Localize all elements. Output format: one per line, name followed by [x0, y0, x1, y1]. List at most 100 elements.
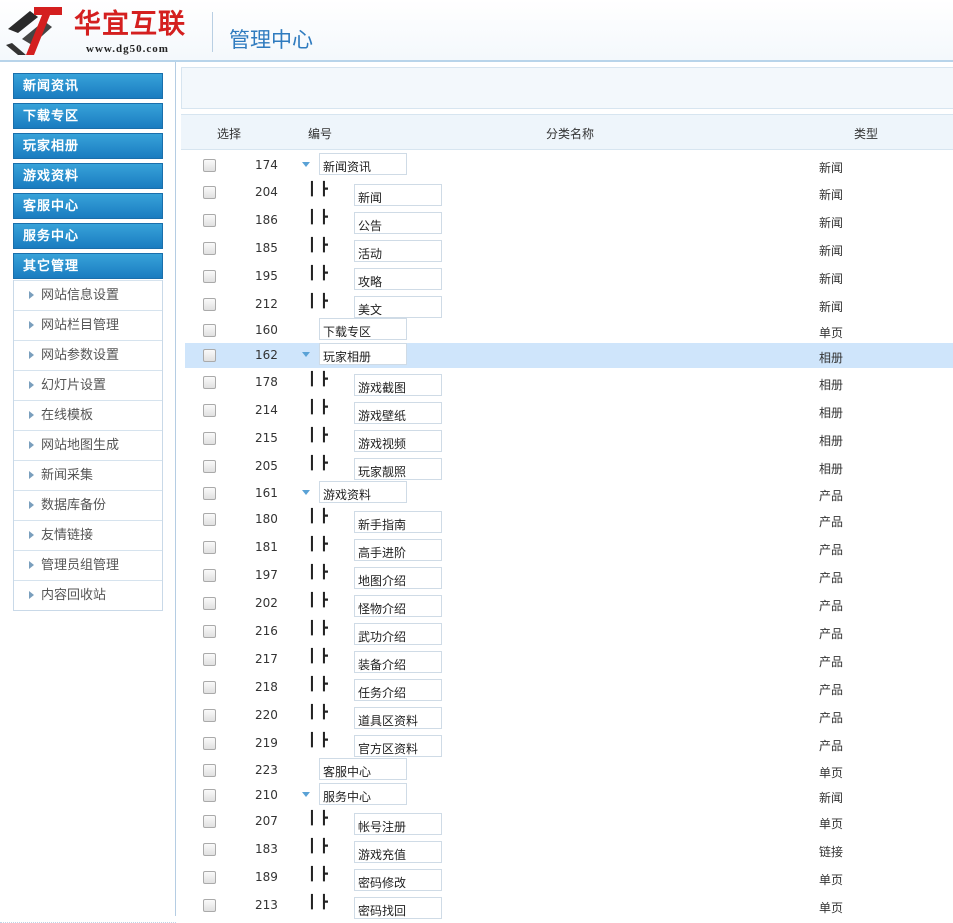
category-name-input[interactable]: 地图介绍: [354, 567, 442, 589]
table-row[interactable]: 162 玩家相册 相册: [185, 343, 953, 368]
submenu-sitemap[interactable]: 网站地图生成: [14, 430, 162, 460]
submenu-site-columns[interactable]: 网站栏目管理: [14, 310, 162, 340]
category-name-input[interactable]: 玩家相册: [319, 343, 407, 365]
submenu-friend-links[interactable]: 友情链接: [14, 520, 162, 550]
row-checkbox[interactable]: [203, 597, 216, 610]
row-checkbox[interactable]: [203, 214, 216, 227]
category-name-input[interactable]: 美文: [354, 296, 442, 318]
row-checkbox[interactable]: [203, 871, 216, 884]
row-checkbox[interactable]: [203, 541, 216, 554]
category-name-input[interactable]: 游戏壁纸: [354, 402, 442, 424]
table-row[interactable]: 214 ┃ ┣ 游戏壁纸 相册: [185, 398, 953, 424]
menu-game-info[interactable]: 游戏资料: [13, 163, 163, 189]
row-checkbox[interactable]: [203, 186, 216, 199]
row-checkbox[interactable]: [203, 709, 216, 722]
submenu-online-template[interactable]: 在线模板: [14, 400, 162, 430]
table-row[interactable]: 174 新闻资讯 新闻: [185, 153, 953, 178]
submenu-db-backup[interactable]: 数据库备份: [14, 490, 162, 520]
table-row[interactable]: 183 ┃ ┣ 游戏充值 链接: [185, 837, 953, 863]
category-name-input[interactable]: 客服中心: [319, 758, 407, 780]
category-name-input[interactable]: 道具区资料: [354, 707, 442, 729]
category-name-input[interactable]: 武功介绍: [354, 623, 442, 645]
expand-toggle-icon[interactable]: [302, 792, 310, 797]
row-checkbox[interactable]: [203, 298, 216, 311]
row-checkbox[interactable]: [203, 487, 216, 500]
category-name-input[interactable]: 装备介绍: [354, 651, 442, 673]
table-row[interactable]: 207 ┃ ┣ 帐号注册 单页: [185, 809, 953, 835]
menu-other[interactable]: 其它管理: [13, 253, 163, 279]
table-row[interactable]: 160 下载专区 单页: [185, 318, 953, 343]
category-name-input[interactable]: 攻略: [354, 268, 442, 290]
row-checkbox[interactable]: [203, 569, 216, 582]
category-name-input[interactable]: 服务中心: [319, 783, 407, 805]
row-checkbox[interactable]: [203, 899, 216, 912]
row-checkbox[interactable]: [203, 376, 216, 389]
row-checkbox[interactable]: [203, 159, 216, 172]
submenu-admin-groups[interactable]: 管理员组管理: [14, 550, 162, 580]
category-name-input[interactable]: 游戏资料: [319, 481, 407, 503]
table-row[interactable]: 205 ┃ ┣ 玩家靓照 相册: [185, 454, 953, 480]
table-row[interactable]: 178 ┃ ┣ 游戏截图 相册: [185, 370, 953, 396]
expand-toggle-icon[interactable]: [302, 490, 310, 495]
table-row[interactable]: 218 ┃ ┣ 任务介绍 产品: [185, 675, 953, 701]
table-row[interactable]: 189 ┃ ┣ 密码修改 单页: [185, 865, 953, 891]
table-row[interactable]: 186 ┃ ┣ 公告 新闻: [185, 208, 953, 234]
row-checkbox[interactable]: [203, 764, 216, 777]
row-checkbox[interactable]: [203, 242, 216, 255]
category-name-input[interactable]: 怪物介绍: [354, 595, 442, 617]
category-name-input[interactable]: 任务介绍: [354, 679, 442, 701]
row-checkbox[interactable]: [203, 324, 216, 337]
table-row[interactable]: 195 ┃ ┣ 攻略 新闻: [185, 264, 953, 290]
table-row[interactable]: 180 ┃ ┣ 新手指南 产品: [185, 507, 953, 533]
submenu-slideshow[interactable]: 幻灯片设置: [14, 370, 162, 400]
menu-customer-service[interactable]: 客服中心: [13, 193, 163, 219]
table-row[interactable]: 217 ┃ ┣ 装备介绍 产品: [185, 647, 953, 673]
submenu-site-params[interactable]: 网站参数设置: [14, 340, 162, 370]
row-checkbox[interactable]: [203, 513, 216, 526]
row-checkbox[interactable]: [203, 404, 216, 417]
row-checkbox[interactable]: [203, 815, 216, 828]
row-checkbox[interactable]: [203, 432, 216, 445]
row-checkbox[interactable]: [203, 789, 216, 802]
menu-service-center[interactable]: 服务中心: [13, 223, 163, 249]
table-row[interactable]: 216 ┃ ┣ 武功介绍 产品: [185, 619, 953, 645]
menu-news[interactable]: 新闻资讯: [13, 73, 163, 99]
row-checkbox[interactable]: [203, 737, 216, 750]
category-name-input[interactable]: 玩家靓照: [354, 458, 442, 480]
row-checkbox[interactable]: [203, 681, 216, 694]
expand-toggle-icon[interactable]: [302, 162, 310, 167]
table-row[interactable]: 210 服务中心 新闻: [185, 783, 953, 808]
category-name-input[interactable]: 密码修改: [354, 869, 442, 891]
category-name-input[interactable]: 帐号注册: [354, 813, 442, 835]
row-checkbox[interactable]: [203, 349, 216, 362]
table-row[interactable]: 197 ┃ ┣ 地图介绍 产品: [185, 563, 953, 589]
category-name-input[interactable]: 公告: [354, 212, 442, 234]
submenu-recycle-bin[interactable]: 内容回收站: [14, 580, 162, 610]
table-row[interactable]: 161 游戏资料 产品: [185, 481, 953, 506]
table-row[interactable]: 219 ┃ ┣ 官方区资料 产品: [185, 731, 953, 757]
row-checkbox[interactable]: [203, 653, 216, 666]
category-name-input[interactable]: 新闻资讯: [319, 153, 407, 175]
category-name-input[interactable]: 活动: [354, 240, 442, 262]
category-name-input[interactable]: 高手进阶: [354, 539, 442, 561]
category-name-input[interactable]: 游戏充值: [354, 841, 442, 863]
table-row[interactable]: 215 ┃ ┣ 游戏视频 相册: [185, 426, 953, 452]
row-checkbox[interactable]: [203, 460, 216, 473]
category-name-input[interactable]: 下载专区: [319, 318, 407, 340]
submenu-news-collect[interactable]: 新闻采集: [14, 460, 162, 490]
table-row[interactable]: 204 ┃ ┣ 新闻 新闻: [185, 180, 953, 206]
submenu-site-info[interactable]: 网站信息设置: [14, 280, 162, 310]
table-row[interactable]: 223 客服中心 单页: [185, 758, 953, 783]
category-name-input[interactable]: 游戏视频: [354, 430, 442, 452]
row-checkbox[interactable]: [203, 270, 216, 283]
row-checkbox[interactable]: [203, 843, 216, 856]
category-name-input[interactable]: 新闻: [354, 184, 442, 206]
category-name-input[interactable]: 新手指南: [354, 511, 442, 533]
expand-toggle-icon[interactable]: [302, 352, 310, 357]
table-row[interactable]: 185 ┃ ┣ 活动 新闻: [185, 236, 953, 262]
table-row[interactable]: 213 ┃ ┣ 密码找回 单页: [185, 893, 953, 919]
table-row[interactable]: 202 ┃ ┣ 怪物介绍 产品: [185, 591, 953, 617]
menu-downloads[interactable]: 下载专区: [13, 103, 163, 129]
category-name-input[interactable]: 游戏截图: [354, 374, 442, 396]
category-name-input[interactable]: 官方区资料: [354, 735, 442, 757]
